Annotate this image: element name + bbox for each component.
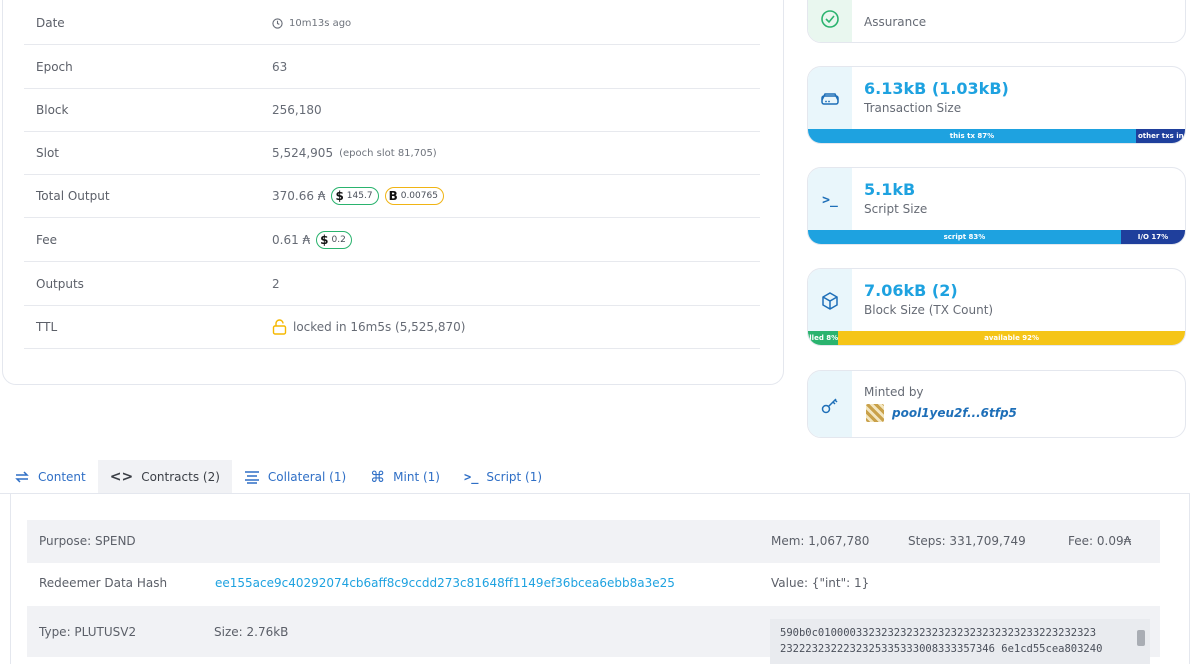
detail-row-date: Date 10m13s ago — [24, 2, 760, 45]
detail-label: Date — [36, 16, 65, 30]
this-tx-segment: this tx 87% — [808, 129, 1136, 143]
code-line: 590b0c0100003323232323232323232323232323… — [780, 627, 1097, 639]
mem-text: Mem: 1,067,780 — [771, 534, 870, 548]
available-segment: available 92% — [838, 331, 1185, 345]
transaction-size-bar: this tx 87% other txs in — [808, 129, 1185, 143]
transaction-size-card: 6.13kB (1.03kB) Transaction Size this tx… — [807, 66, 1186, 144]
steps-text: Steps: 331,709,749 — [908, 534, 1026, 548]
check-circle-icon — [821, 9, 839, 28]
transaction-size-value: 6.13kB (1.03kB) — [864, 79, 1009, 98]
epoch-slot-value: (epoch slot 81,705) — [339, 147, 437, 159]
detail-row-slot: Slot 5,524,905 (epoch slot 81,705) — [24, 132, 760, 175]
assurance-card: 33 Assurance — [807, 0, 1186, 43]
script-code-box[interactable]: 590b0c0100003323232323232323232323232323… — [770, 619, 1150, 664]
detail-label: Block — [36, 103, 69, 117]
detail-row-fee: Fee 0.61 ₳ $0.2 — [24, 219, 760, 262]
epoch-link[interactable]: 63 — [272, 60, 287, 74]
io-segment: I/O 17% — [1120, 230, 1185, 244]
terminal-icon: >_ — [463, 469, 479, 484]
size-text: Size: 2.76kB — [214, 625, 289, 639]
btc-pill: B 0.00765 — [384, 187, 444, 205]
redeemer-value: Value: {"int": 1} — [771, 576, 870, 590]
detail-row-epoch: Epoch 63 — [24, 46, 760, 89]
code-brackets-icon: <> — [109, 468, 134, 485]
detail-label: Fee — [36, 233, 58, 247]
script-size-value: 5.1kB — [864, 180, 916, 199]
detail-label: Epoch — [36, 60, 73, 74]
detail-row-ttl: TTL locked in 16m5s (5,525,870) — [24, 306, 760, 349]
type-text: Type: PLUTUSV2 — [39, 625, 137, 639]
tab-content[interactable]: Content — [0, 460, 98, 493]
tab-script[interactable]: >_ Script (1) — [452, 460, 554, 493]
command-icon: ⌘ — [370, 467, 386, 486]
detail-value: 10m13s ago — [289, 17, 352, 29]
tab-bar: Content <> Contracts (2) Collateral (1) … — [0, 460, 1200, 493]
tab-mint[interactable]: ⌘ Mint (1) — [358, 460, 452, 493]
script-segment: script 83% — [808, 230, 1121, 244]
hard-drive-icon — [821, 93, 839, 105]
dollar-icon: $ — [320, 233, 329, 247]
pool-avatar — [866, 404, 884, 422]
bitcoin-icon: B — [388, 189, 398, 203]
key-icon — [821, 398, 838, 414]
block-size-card: 7.06kB (2) Block Size (TX Count) filled … — [807, 268, 1186, 346]
contract-summary-row: Purpose: SPEND Mem: 1,067,780 Steps: 331… — [27, 520, 1160, 563]
script-size-bar: script 83% I/O 17% — [808, 230, 1185, 244]
usd-pill: $145.7 — [331, 187, 379, 205]
assurance-label: Assurance — [864, 15, 927, 29]
code-line: 2322232322232325335333008333357346 6e1cd… — [780, 643, 1103, 655]
detail-row-block: Block 256,180 — [24, 89, 760, 132]
lock-icon — [272, 319, 287, 335]
transaction-size-label: Transaction Size — [864, 101, 962, 115]
purpose-text: Purpose: SPEND — [39, 534, 136, 548]
detail-label: Slot — [36, 146, 59, 160]
outputs-value: 2 — [272, 277, 280, 291]
block-link[interactable]: 256,180 — [272, 103, 322, 117]
tab-contracts[interactable]: <> Contracts (2) — [97, 460, 232, 493]
assurance-value: 33 — [864, 0, 883, 3]
other-txs-segment: other txs in — [1135, 129, 1185, 143]
redeemer-hash-link[interactable]: ee155ace9c40292074cb6aff8c9ccdd273c81648… — [215, 576, 675, 590]
detail-label: Outputs — [36, 277, 84, 291]
terminal-icon: >_ — [822, 192, 838, 208]
script-size-card: >_ 5.1kB Script Size script 83% I/O 17% — [807, 167, 1186, 245]
filled-segment: filled 8% — [808, 331, 839, 345]
fee-text: Fee: 0.09₳ — [1068, 534, 1132, 548]
redeemer-label: Redeemer Data Hash — [39, 576, 168, 590]
pool-link[interactable]: pool1yeu2f...6tfp5 — [892, 406, 1017, 420]
lines-icon — [244, 470, 259, 484]
swap-arrows-icon — [15, 470, 29, 483]
code-scroll-thumb[interactable] — [1137, 630, 1145, 646]
dollar-icon: $ — [335, 189, 344, 203]
usd-pill: $0.2 — [316, 231, 352, 249]
block-size-bar: filled 8% available 92% — [808, 331, 1185, 345]
clock-icon — [272, 17, 283, 29]
total-output-value: 370.66 ₳ — [272, 189, 326, 203]
detail-label: Total Output — [36, 189, 110, 203]
minted-by-label: Minted by — [864, 385, 924, 399]
detail-label: TTL — [36, 320, 58, 334]
detail-row-total-output: Total Output 370.66 ₳ $145.7 B 0.00765 — [24, 175, 760, 218]
block-size-value: 7.06kB (2) — [864, 281, 958, 300]
script-size-label: Script Size — [864, 202, 928, 216]
ttl-value: locked in 16m5s (5,525,870) — [293, 320, 466, 334]
slot-value: 5,524,905 — [272, 146, 334, 160]
redeemer-row: Redeemer Data Hash ee155ace9c40292074cb6… — [27, 563, 1160, 606]
block-size-label: Block Size (TX Count) — [864, 303, 994, 317]
cube-icon — [822, 292, 838, 310]
tab-collateral[interactable]: Collateral (1) — [232, 460, 358, 493]
minted-by-card: Minted by pool1yeu2f...6tfp5 — [807, 370, 1186, 438]
fee-value: 0.61 ₳ — [272, 233, 311, 247]
detail-row-outputs: Outputs 2 — [24, 263, 760, 306]
